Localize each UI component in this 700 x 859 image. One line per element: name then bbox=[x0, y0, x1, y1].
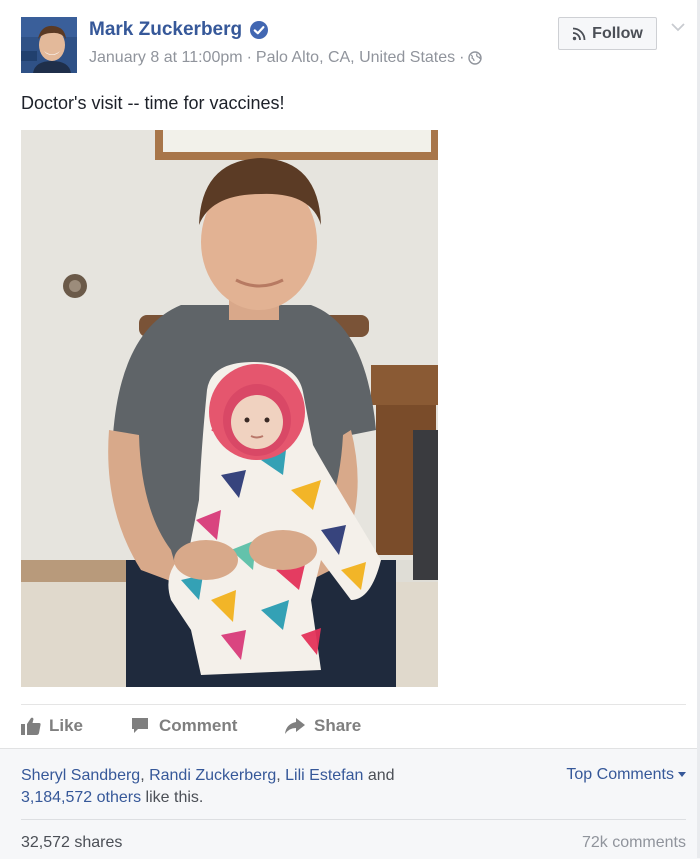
follow-label: Follow bbox=[592, 24, 643, 42]
avatar-photo bbox=[21, 17, 77, 73]
likes-summary: Sheryl Sandberg, Randi Zuckerberg, Lili … bbox=[21, 765, 461, 809]
post-photo[interactable] bbox=[21, 130, 438, 687]
photo-illustration bbox=[21, 130, 438, 687]
caret-down-icon bbox=[678, 772, 686, 777]
like-button[interactable]: Like bbox=[21, 714, 83, 738]
post-card: Mark Zuckerberg January 8 at 11:00pm · P… bbox=[0, 0, 700, 859]
meta-separator: · bbox=[246, 49, 252, 66]
like-label: Like bbox=[49, 716, 84, 735]
liker-name[interactable]: Sheryl Sandberg bbox=[21, 767, 140, 784]
list-separator: , bbox=[276, 767, 286, 784]
rss-icon bbox=[572, 27, 586, 40]
liker-name[interactable]: Lili Estefan bbox=[285, 767, 363, 784]
post-text: Doctor's visit -- time for vaccines! bbox=[21, 93, 285, 113]
author-name: Mark Zuckerberg bbox=[89, 19, 243, 40]
comment-button[interactable]: Comment bbox=[131, 714, 237, 738]
post-location[interactable]: Palo Alto, CA, United States bbox=[256, 49, 455, 67]
meta-separator: · bbox=[459, 49, 465, 66]
comment-label: Comment bbox=[159, 716, 238, 735]
top-comments-label: Top Comments bbox=[566, 766, 674, 783]
share-label: Share bbox=[314, 716, 362, 735]
follow-button[interactable]: Follow bbox=[558, 17, 657, 50]
list-separator: , bbox=[140, 767, 150, 784]
chevron-down-icon[interactable] bbox=[669, 20, 687, 34]
share-button[interactable]: Share bbox=[284, 714, 361, 738]
shares-count[interactable]: 32,572 shares bbox=[21, 834, 122, 852]
actions-divider bbox=[21, 704, 686, 705]
and-text: and bbox=[363, 767, 395, 784]
globe-icon[interactable] bbox=[468, 51, 483, 65]
author-name-link[interactable]: Mark Zuckerberg bbox=[89, 19, 269, 41]
top-comments-dropdown[interactable]: Top Comments bbox=[566, 766, 686, 784]
share-arrow-icon bbox=[285, 718, 305, 734]
speech-bubble-icon bbox=[132, 718, 148, 733]
others-like-link[interactable]: 3,184,572 others bbox=[21, 789, 141, 806]
post-meta: January 8 at 11:00pm · Palo Alto, CA, Un… bbox=[89, 49, 483, 67]
comments-count[interactable]: 72k comments bbox=[582, 834, 686, 852]
post-footer: Sheryl Sandberg, Randi Zuckerberg, Lili … bbox=[0, 748, 700, 859]
thumbs-up-icon bbox=[21, 717, 41, 735]
like-this-text: like this. bbox=[141, 789, 204, 806]
avatar[interactable] bbox=[21, 17, 77, 73]
post-timestamp[interactable]: January 8 at 11:00pm bbox=[89, 49, 243, 67]
liker-name[interactable]: Randi Zuckerberg bbox=[149, 767, 276, 784]
footer-divider bbox=[21, 819, 686, 820]
verified-badge-icon bbox=[250, 21, 269, 39]
